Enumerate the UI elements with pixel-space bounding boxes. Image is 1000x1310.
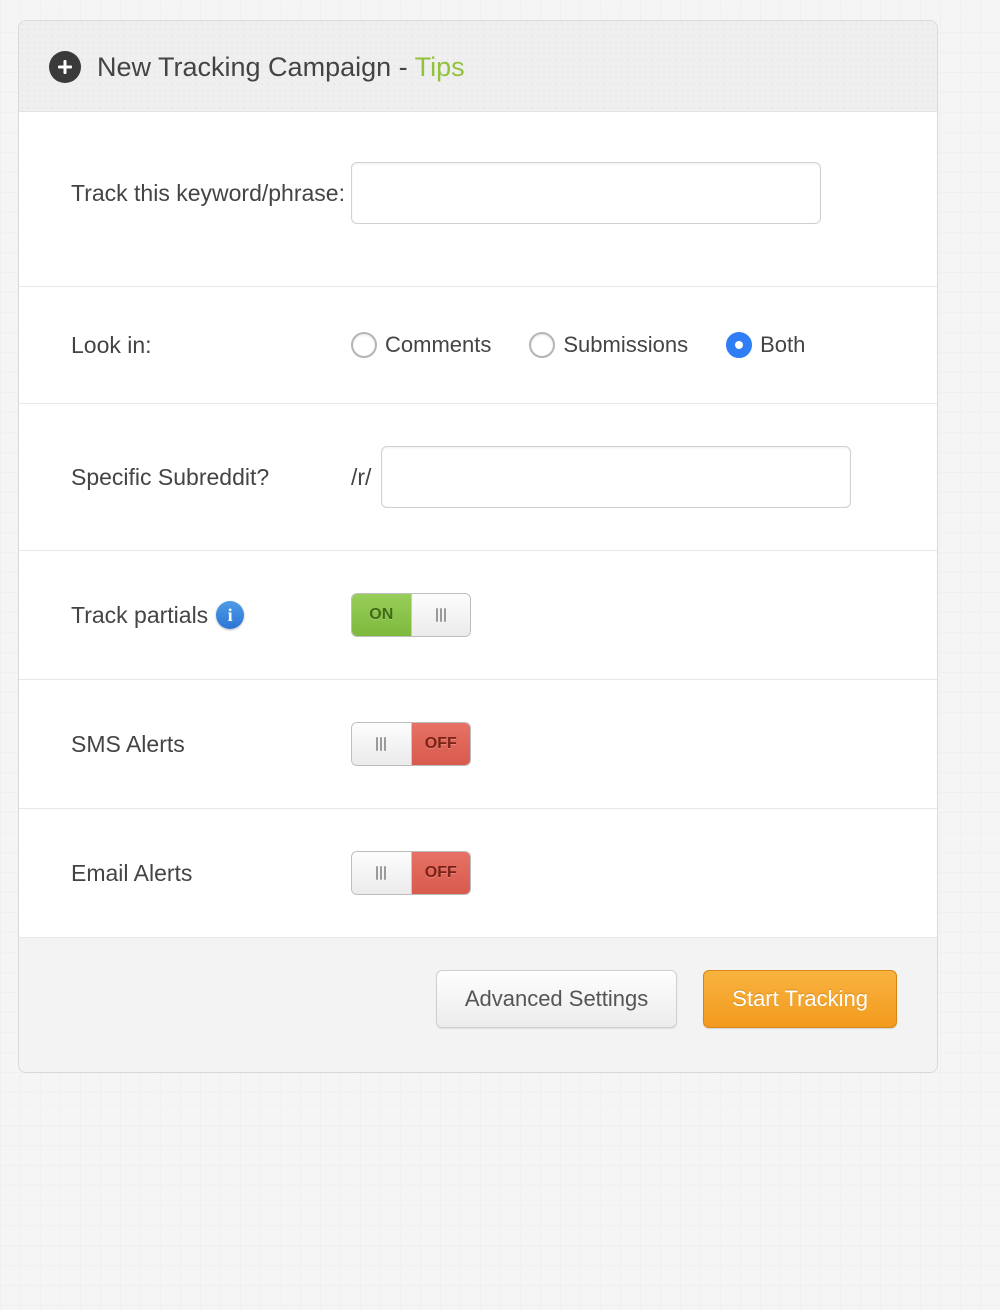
- subreddit-prefix: /r/: [351, 464, 371, 491]
- look-in-label: Look in:: [71, 329, 351, 361]
- advanced-settings-button[interactable]: Advanced Settings: [436, 970, 677, 1028]
- info-icon[interactable]: i: [216, 601, 244, 629]
- email-alerts-label: Email Alerts: [71, 857, 351, 889]
- track-partials-row: Track partials i ON: [19, 551, 937, 680]
- radio-comments[interactable]: Comments: [351, 332, 491, 358]
- sms-alerts-toggle[interactable]: OFF: [351, 722, 471, 766]
- look-in-radio-group: Comments Submissions Both: [351, 332, 805, 358]
- panel-title-text: New Tracking Campaign -: [97, 52, 415, 82]
- sms-alerts-label: SMS Alerts: [71, 728, 351, 760]
- subreddit-label: Specific Subreddit?: [71, 461, 351, 493]
- radio-icon: [726, 332, 752, 358]
- toggle-grip: [352, 852, 412, 894]
- radio-icon: [351, 332, 377, 358]
- start-tracking-button[interactable]: Start Tracking: [703, 970, 897, 1028]
- keyword-row: Track this keyword/phrase:: [19, 112, 937, 287]
- radio-submissions[interactable]: Submissions: [529, 332, 688, 358]
- email-alerts-row: Email Alerts OFF: [19, 809, 937, 938]
- toggle-off-label: OFF: [412, 852, 471, 894]
- look-in-row: Look in: Comments Submissions Both: [19, 287, 937, 404]
- toggle-on-label: ON: [352, 594, 411, 636]
- keyword-input[interactable]: [351, 162, 821, 224]
- panel-title: New Tracking Campaign - Tips: [97, 52, 465, 83]
- radio-icon: [529, 332, 555, 358]
- panel-header: New Tracking Campaign - Tips: [19, 21, 937, 112]
- radio-submissions-label: Submissions: [563, 332, 688, 358]
- tips-link[interactable]: Tips: [415, 52, 465, 82]
- radio-comments-label: Comments: [385, 332, 491, 358]
- radio-both[interactable]: Both: [726, 332, 805, 358]
- new-tracking-campaign-panel: New Tracking Campaign - Tips Track this …: [18, 20, 938, 1073]
- subreddit-input[interactable]: [381, 446, 851, 508]
- subreddit-row: Specific Subreddit? /r/: [19, 404, 937, 551]
- track-partials-toggle[interactable]: ON: [351, 593, 471, 637]
- radio-both-label: Both: [760, 332, 805, 358]
- track-partials-label: Track partials i: [71, 599, 351, 631]
- email-alerts-toggle[interactable]: OFF: [351, 851, 471, 895]
- keyword-label: Track this keyword/phrase:: [71, 177, 351, 209]
- plus-icon: [49, 51, 81, 83]
- track-partials-label-text: Track partials: [71, 599, 208, 631]
- panel-footer: Advanced Settings Start Tracking: [19, 938, 937, 1072]
- sms-alerts-row: SMS Alerts OFF: [19, 680, 937, 809]
- toggle-off-label: OFF: [412, 723, 471, 765]
- toggle-grip: [411, 594, 471, 636]
- toggle-grip: [352, 723, 412, 765]
